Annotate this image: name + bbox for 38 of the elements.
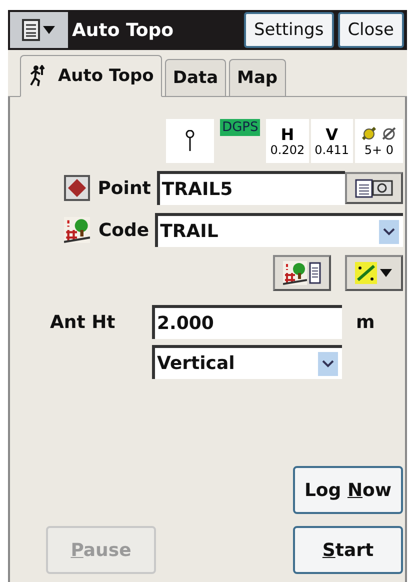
caret-icon — [379, 268, 393, 278]
diamond-point-icon — [64, 175, 90, 201]
menu-button[interactable] — [10, 12, 68, 48]
line-tool-button[interactable] — [345, 255, 403, 291]
list-camera-icon — [354, 177, 394, 199]
tree-fence-icon — [64, 217, 90, 243]
log-now-button[interactable]: Log Now — [293, 466, 403, 514]
code-list-button[interactable] — [273, 255, 331, 291]
start-button[interactable]: Start — [293, 526, 403, 574]
code-dropdown[interactable]: TRAIL — [155, 213, 403, 247]
tab[interactable]: Auto Topo — [20, 55, 162, 97]
solution-badge: DGPS — [220, 119, 260, 136]
code-label: Code — [98, 220, 150, 240]
unit-label: m — [356, 312, 375, 332]
document-icon — [309, 262, 321, 284]
pin-icon — [185, 130, 196, 152]
v-precision: 0.411 — [314, 142, 349, 156]
chevron-icon — [383, 228, 395, 236]
antenna-height-field[interactable]: 2.000 — [152, 305, 342, 339]
point-field[interactable]: TRAIL5 — [156, 171, 346, 205]
tab[interactable]: Data — [164, 59, 226, 96]
close-button[interactable]: Close — [338, 12, 404, 48]
settings-button[interactable]: Settings — [244, 12, 334, 48]
tab[interactable]: Map — [229, 59, 286, 96]
menu-icon — [22, 19, 40, 41]
satellite-count: 5+ 0 — [364, 143, 394, 157]
point-label: Point — [98, 178, 151, 198]
h-label: H — [280, 126, 294, 142]
caret-icon — [42, 25, 56, 35]
chevron-icon — [322, 360, 334, 368]
antenna-height-label: Ant Ht — [50, 312, 116, 332]
measure-method-dropdown[interactable]: Vertical — [152, 345, 342, 379]
h-precision: 0.202 — [270, 142, 305, 156]
window-title: Auto Topo — [72, 20, 174, 40]
v-label: V — [326, 126, 338, 142]
tree-fence-icon — [283, 261, 307, 285]
list-camera-button[interactable] — [345, 172, 403, 204]
diagonal-line-icon — [355, 262, 377, 284]
